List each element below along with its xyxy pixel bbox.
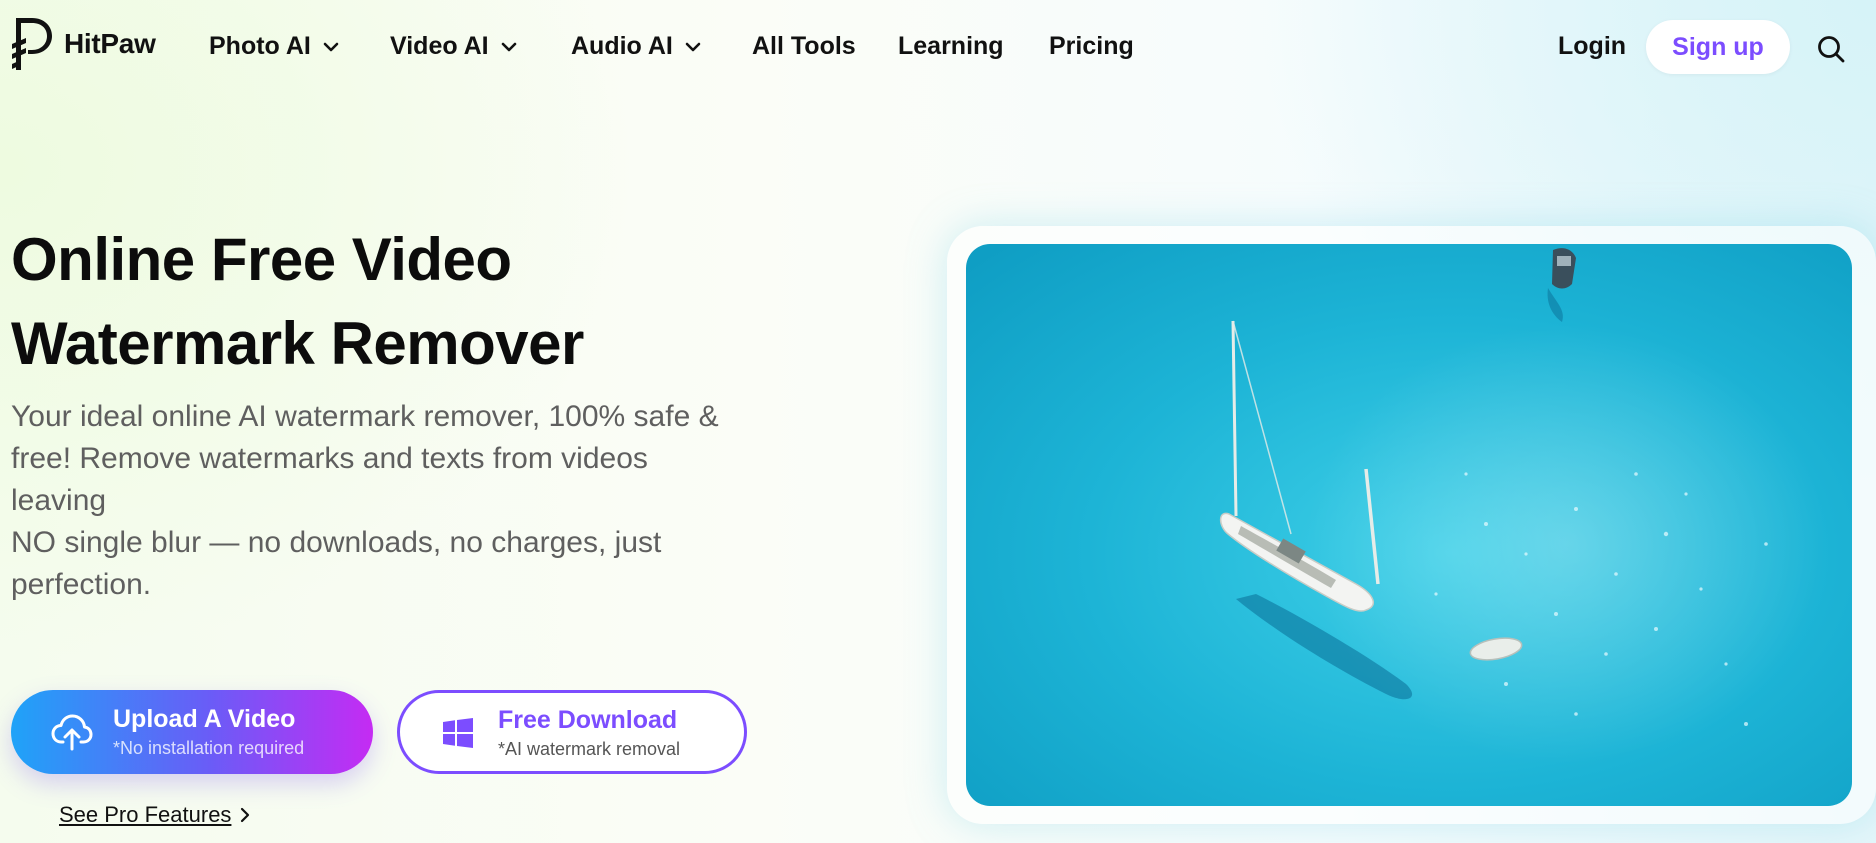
- site-header: HitPaw Photo AI Video AI Audio AI All To…: [0, 0, 1876, 96]
- desc-line-1: Your ideal online AI watermark remover, …: [11, 400, 719, 433]
- nav-video-ai-label: Video AI: [390, 32, 489, 60]
- download-sublabel: *AI watermark removal: [498, 739, 681, 759]
- login-link[interactable]: Login: [1558, 32, 1626, 61]
- see-pro-features-link[interactable]: See Pro Features: [59, 802, 250, 828]
- download-label: Free Download: [498, 706, 678, 734]
- nav-learning[interactable]: Learning: [898, 32, 1004, 61]
- brand-name: HitPaw: [64, 28, 156, 59]
- desc-line-4: NO single blur — no downloads, no charge…: [11, 526, 662, 559]
- nav-video-ai[interactable]: Video AI: [390, 32, 517, 61]
- cloud-upload-icon: [51, 714, 93, 751]
- desc-line-2: free! Remove watermarks and texts from v…: [11, 442, 648, 475]
- page-title: Online Free Video Watermark Remover: [11, 218, 831, 386]
- hero-video-preview[interactable]: [966, 244, 1852, 806]
- nav-pricing-label: Pricing: [1049, 32, 1134, 60]
- brand-logo[interactable]: HitPaw: [10, 14, 156, 74]
- windows-icon: [443, 718, 473, 748]
- chevron-down-icon: [501, 42, 516, 51]
- hero-description: Your ideal online AI watermark remover, …: [11, 396, 811, 606]
- chevron-down-icon: [323, 42, 339, 51]
- desc-line-3: leaving: [11, 484, 107, 517]
- upload-video-button[interactable]: Upload A Video *No installation required: [11, 690, 373, 774]
- chevron-right-icon: [241, 807, 250, 823]
- nav-audio-ai[interactable]: Audio AI: [571, 32, 701, 61]
- signup-label: Sign up: [1672, 32, 1764, 61]
- nav-all-tools-label: All Tools: [752, 32, 856, 60]
- sailboat-aerial-image: [966, 244, 1852, 806]
- upload-label: Upload A Video: [113, 705, 296, 733]
- signup-button[interactable]: Sign up: [1646, 20, 1790, 74]
- nav-audio-ai-label: Audio AI: [571, 32, 673, 60]
- free-download-button[interactable]: Free Download *AI watermark removal: [397, 690, 747, 774]
- desc-line-5: perfection.: [11, 568, 152, 601]
- hitpaw-logo-icon: [12, 18, 52, 70]
- nav-photo-ai-label: Photo AI: [209, 32, 311, 60]
- search-icon[interactable]: [1816, 34, 1846, 64]
- nav-pricing[interactable]: Pricing: [1049, 32, 1134, 61]
- nav-all-tools[interactable]: All Tools: [752, 32, 856, 61]
- upload-sublabel: *No installation required: [113, 738, 305, 758]
- title-line-1: Online Free Video: [11, 226, 512, 293]
- nav-learning-label: Learning: [898, 32, 1004, 60]
- title-line-2: Watermark Remover: [11, 310, 584, 377]
- pro-link-label: See Pro Features: [59, 802, 232, 827]
- nav-photo-ai[interactable]: Photo AI: [209, 32, 339, 61]
- chevron-down-icon: [685, 42, 701, 51]
